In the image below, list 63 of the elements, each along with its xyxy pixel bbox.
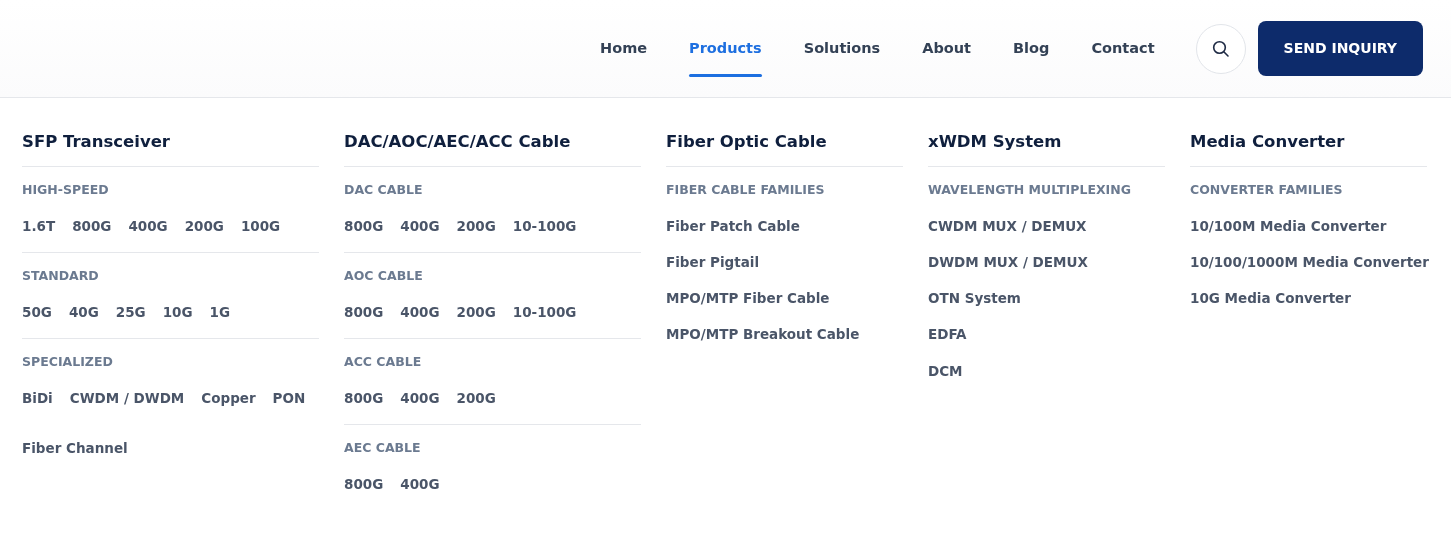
menu-link[interactable]: 200G: [456, 387, 496, 408]
menu-link[interactable]: MPO/MTP Breakout Cable: [666, 324, 860, 345]
menu-link[interactable]: 800G: [72, 215, 112, 236]
nav-link-item[interactable]: Home: [600, 19, 648, 78]
group-heading: ACC CABLE: [344, 352, 423, 371]
menu-link[interactable]: 400G: [400, 387, 440, 408]
menu-link[interactable]: 200G: [184, 215, 224, 236]
menu-link[interactable]: Fiber Patch Cable: [666, 215, 800, 236]
group-heading: HIGH-SPEED: [22, 180, 110, 199]
menu-link[interactable]: 200G: [456, 215, 496, 236]
menu-link[interactable]: 40G: [68, 301, 99, 322]
column-title: Fiber Optic Cable: [666, 132, 903, 167]
menu-link[interactable]: 400G: [128, 215, 168, 236]
group-heading: WAVELENGTH MULTIPLEXING: [928, 180, 1132, 199]
menu-link[interactable]: 10/100M Media Converter: [1190, 215, 1387, 236]
menu-link[interactable]: 50G: [22, 301, 52, 322]
nav-link-item[interactable]: Solutions: [803, 19, 881, 78]
column-title: xWDM System: [928, 132, 1165, 167]
menu-link[interactable]: CWDM MUX / DEMUX: [928, 215, 1087, 236]
menu-link[interactable]: DCM: [928, 360, 963, 381]
menu-link[interactable]: MPO/MTP Fiber Cable: [666, 288, 830, 309]
group-heading: AEC CABLE: [344, 438, 422, 457]
menu-link[interactable]: Fiber Pigtail: [666, 251, 760, 273]
menu-link[interactable]: OTN System: [928, 288, 1021, 309]
menu-link[interactable]: BiDi: [22, 387, 53, 408]
menu-link[interactable]: Fiber Channel: [22, 437, 128, 459]
menu-link[interactable]: 800G: [344, 387, 384, 408]
menu-link[interactable]: 800G: [344, 473, 384, 494]
menu-link[interactable]: 400G: [400, 473, 440, 494]
menu-link[interactable]: 800G: [344, 301, 384, 322]
send-inquiry-button[interactable]: SEND INQUIRY: [1257, 21, 1423, 76]
menu-link[interactable]: 10G Media Converter: [1190, 288, 1351, 309]
menu-link[interactable]: 10G: [162, 301, 193, 322]
menu-link[interactable]: 400G: [400, 215, 440, 236]
menu-link[interactable]: 10/100/1000M Media Converter: [1190, 251, 1429, 273]
menu-link[interactable]: 100G: [240, 215, 281, 236]
nav-link-item[interactable]: Products: [689, 19, 762, 78]
menu-link[interactable]: 10-100G: [512, 301, 577, 322]
menu-link[interactable]: 1G: [209, 301, 230, 322]
menu-link[interactable]: 25G: [115, 301, 146, 322]
group-heading: AOC CABLE: [344, 266, 424, 285]
nav-link-item[interactable]: About: [922, 19, 972, 78]
search-icon: [1211, 39, 1230, 58]
menu-link[interactable]: 800G: [344, 215, 384, 236]
menu-link[interactable]: Copper: [201, 387, 256, 408]
column-title: Media Converter: [1190, 132, 1427, 167]
menu-link[interactable]: 200G: [456, 301, 496, 322]
column-title: SFP Transceiver: [22, 132, 319, 167]
nav-link-item[interactable]: Blog: [1013, 19, 1050, 78]
group-heading: FIBER CABLE FAMILIES: [666, 180, 826, 199]
menu-link[interactable]: 1.6T: [22, 215, 56, 236]
group-heading: CONVERTER FAMILIES: [1190, 180, 1344, 199]
menu-link[interactable]: 400G: [400, 301, 440, 322]
menu-link[interactable]: 10-100G: [512, 215, 577, 236]
group-heading: SPECIALIZED: [22, 352, 114, 371]
menu-link[interactable]: DWDM MUX / DEMUX: [928, 251, 1088, 273]
menu-link[interactable]: PON: [272, 387, 306, 408]
menu-link[interactable]: CWDM / DWDM: [69, 387, 185, 408]
group-heading: STANDARD: [22, 266, 100, 285]
menu-link[interactable]: EDFA: [928, 324, 967, 345]
nav-link-item[interactable]: Contact: [1091, 19, 1155, 78]
group-heading: DAC CABLE: [344, 180, 424, 199]
column-title: DAC/AOC/AEC/ACC Cable: [344, 132, 641, 167]
